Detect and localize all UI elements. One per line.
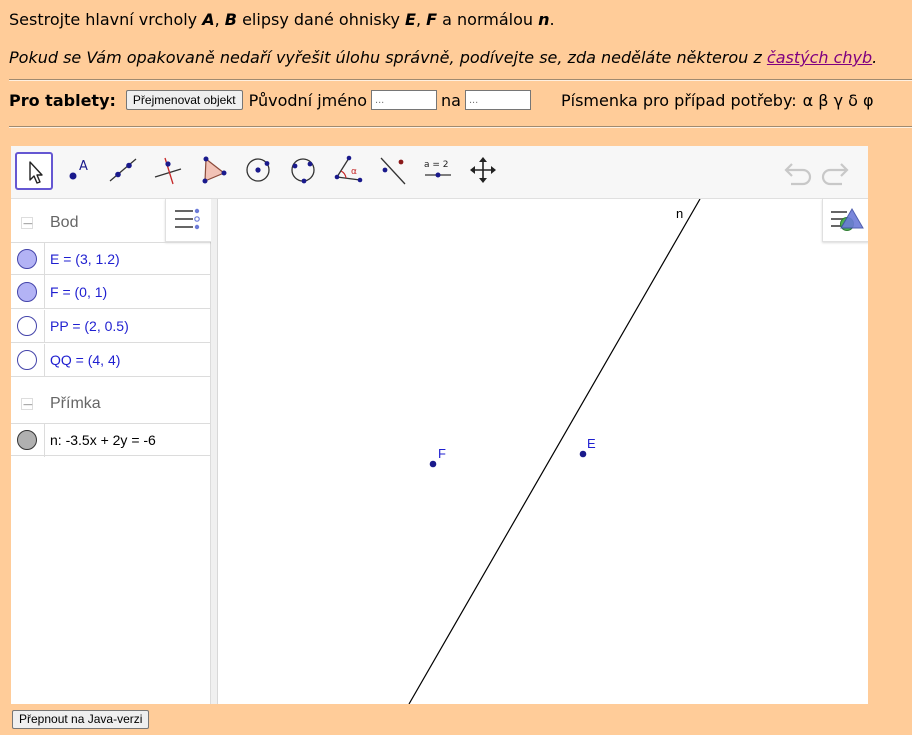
redo-icon (821, 163, 849, 186)
switch-to-java-button[interactable]: Přepnout na Java-verzi (12, 709, 150, 729)
line-n[interactable] (408, 198, 701, 704)
line-icon (109, 158, 137, 182)
algebra-row[interactable]: n: -3.5x + 2y = -6 (11, 423, 210, 457)
view-splitter[interactable] (211, 199, 218, 704)
divider (9, 79, 912, 81)
object-definition[interactable]: n: -3.5x + 2y = -6 (50, 432, 156, 448)
perpendicular-line-icon (154, 157, 182, 185)
object-definition[interactable]: F = (0, 1) (50, 284, 107, 300)
undo-icon (784, 163, 812, 186)
rename-object-button[interactable]: Přejmenovat objekt (125, 90, 243, 110)
move-view-arrows-icon (470, 157, 496, 183)
algebra-row[interactable]: PP = (2, 0.5) (11, 310, 210, 343)
geogebra-applet: A α a = 2 − Bod E = (3, 1.2) F = (0, 1) … (11, 146, 868, 704)
graphics-view[interactable]: n F E (218, 198, 868, 704)
algebra-group-header[interactable]: − Bod (11, 207, 210, 241)
perpendicular-tool[interactable] (150, 152, 188, 190)
original-name-input[interactable] (371, 90, 438, 110)
collapse-icon[interactable]: − (21, 398, 34, 412)
point-E[interactable] (579, 450, 587, 458)
algebra-row[interactable]: F = (0, 1) (11, 276, 210, 309)
java-version-area: Přepnout na Java-verzi (12, 708, 150, 729)
move-tool[interactable] (15, 152, 53, 190)
row-separator (44, 276, 45, 309)
algebra-row[interactable]: QQ = (4, 4) (11, 344, 210, 377)
undo-button[interactable] (783, 158, 813, 190)
conic-tool[interactable] (285, 152, 323, 190)
point-F-label: F (438, 446, 446, 461)
collapse-icon[interactable]: − (21, 217, 34, 231)
graphics-style-bar-button[interactable] (822, 199, 868, 242)
point-E-label: E (587, 436, 596, 451)
polygon-icon (202, 156, 227, 184)
graphics-style-icon (831, 208, 864, 231)
toolbar: A α a = 2 (11, 146, 868, 199)
point-F[interactable] (429, 460, 437, 468)
move-view-tool[interactable] (465, 152, 503, 190)
angle-tool[interactable]: α (330, 152, 368, 190)
row-separator (44, 310, 45, 343)
svg-text:A: A (79, 159, 88, 174)
visibility-toggle[interactable] (17, 282, 37, 302)
row-separator (44, 243, 45, 276)
slider-icon: a = 2 (424, 160, 451, 178)
svg-text:α: α (351, 167, 357, 177)
to-label: na (441, 90, 461, 110)
reflect-about-line-icon (380, 157, 406, 185)
letters-label: Písmenka pro případ potřeby: (560, 90, 797, 110)
group-name: Bod (50, 214, 79, 231)
algebra-row[interactable]: E = (3, 1.2) (11, 242, 210, 276)
common-mistakes-link[interactable]: častých chyb (767, 48, 872, 67)
circle-through-points-icon (291, 158, 315, 184)
tablet-label: Pro tablety: (9, 90, 116, 110)
point-icon: A (69, 159, 88, 180)
visibility-toggle[interactable] (17, 430, 37, 450)
angle-icon: α (334, 155, 363, 183)
visibility-toggle[interactable] (17, 316, 37, 336)
visibility-toggle[interactable] (17, 249, 37, 269)
line-tool[interactable] (105, 152, 143, 190)
line-n-label: n (676, 206, 683, 221)
point-tool[interactable]: A (60, 152, 98, 190)
tablet-bar: Pro tablety: Přejmenovat objekt Původní … (9, 88, 874, 112)
circle-icon (246, 158, 270, 182)
task-text: Sestrojte hlavní vrcholy A, B elipsy dan… (9, 10, 555, 29)
redo-button[interactable] (820, 158, 850, 190)
arrow-cursor-icon (29, 161, 43, 184)
object-definition[interactable]: QQ = (4, 4) (50, 352, 120, 368)
graphics-canvas: n F E (408, 198, 701, 704)
new-name-input[interactable] (464, 90, 531, 110)
reflect-tool[interactable] (375, 152, 413, 190)
algebra-view: − Bod E = (3, 1.2) F = (0, 1) PP = (2, 0.5) Q… (11, 199, 212, 704)
slider-tool[interactable]: a = 2 (420, 152, 458, 190)
object-definition[interactable]: E = (3, 1.2) (50, 251, 120, 267)
object-definition[interactable]: PP = (2, 0.5) (50, 318, 129, 334)
row-separator (44, 424, 45, 457)
algebra-group-header[interactable]: − Přímka (11, 388, 210, 422)
greek-letters: α β γ δ φ (802, 90, 874, 110)
visibility-toggle[interactable] (17, 350, 37, 370)
original-name-label: Původní jméno (248, 90, 368, 110)
row-separator (44, 344, 45, 377)
hint-text: Pokud se Vám opakovaně nedaří vyřešit úl… (9, 48, 878, 67)
divider (9, 126, 912, 128)
group-name: Přímka (50, 395, 101, 412)
circle-tool[interactable] (240, 152, 278, 190)
svg-text:a = 2: a = 2 (424, 160, 449, 170)
polygon-tool[interactable] (195, 152, 233, 190)
